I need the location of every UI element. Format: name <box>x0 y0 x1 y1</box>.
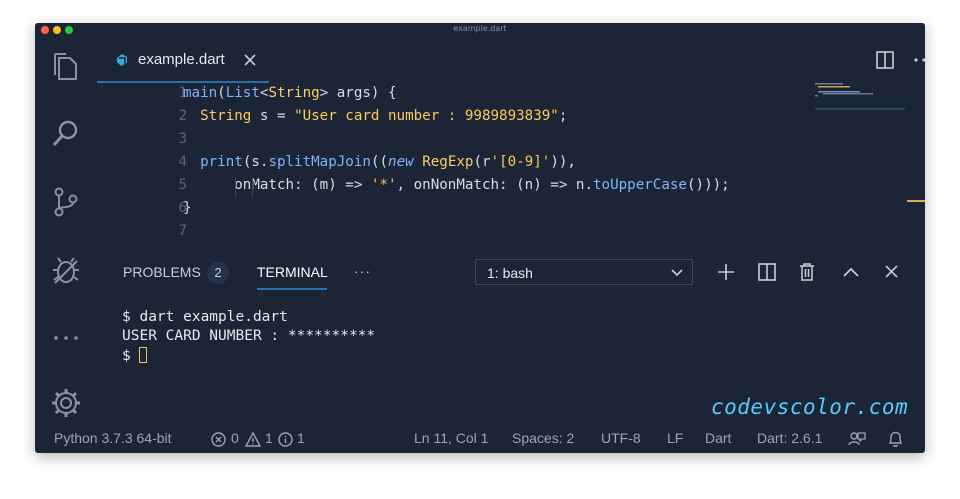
split-terminal-icon[interactable] <box>758 263 776 281</box>
panel-more-button[interactable]: ··· <box>354 263 371 279</box>
status-error-count[interactable]: 0 <box>231 430 239 446</box>
terminal-prompt-line: $ <box>122 347 148 364</box>
status-indentation[interactable]: Spaces: 2 <box>512 430 574 446</box>
tab-label: example.dart <box>138 51 225 68</box>
tab-terminal[interactable]: TERMINAL <box>257 264 328 280</box>
close-panel-icon[interactable] <box>885 265 898 278</box>
indent-guide <box>252 177 253 197</box>
code-line-5: onMatch: (m) => '*', onNonMatch: (n) => … <box>183 177 730 193</box>
vscode-window: example.dart example.dart 1 2 3 4 5 6 7 … <box>35 23 925 453</box>
error-icon <box>211 432 226 447</box>
close-tab-icon[interactable] <box>244 54 256 66</box>
status-language-mode[interactable]: Dart <box>705 430 731 446</box>
terminal-tab-underline <box>257 288 327 290</box>
terminal-shell-select[interactable]: 1: bash <box>475 259 693 285</box>
dart-file-icon <box>117 54 127 66</box>
explorer-icon[interactable] <box>49 50 83 84</box>
code-line-4: print(s.splitMapJoin((new RegExp(r'[0-9]… <box>200 154 576 170</box>
editor-more-actions-icon[interactable] <box>913 57 925 63</box>
trash-icon[interactable] <box>799 262 815 281</box>
panel-header: PROBLEMS 2 TERMINAL ··· 1: bash <box>97 259 925 299</box>
status-end-of-line[interactable]: LF <box>667 430 683 446</box>
watermark: codevscolor.com <box>711 395 909 419</box>
scrollbar-marker <box>907 200 925 202</box>
window-title: example.dart <box>453 24 507 33</box>
terminal-output[interactable]: $ dart example.dart USER CARD NUMBER : *… <box>97 309 925 393</box>
line-number: 3 <box>178 131 187 147</box>
code-line-1: main(List<String> args) { <box>183 85 397 101</box>
terminal-line: USER CARD NUMBER : ********** <box>122 328 376 344</box>
status-info-count[interactable]: 1 <box>297 430 305 446</box>
status-encoding[interactable]: UTF-8 <box>601 430 641 446</box>
settings-gear-icon[interactable] <box>49 386 83 420</box>
status-bar: Python 3.7.3 64-bit 0 1 1 Ln 11, Col 1 S… <box>35 423 925 453</box>
minimap[interactable] <box>815 83 907 123</box>
status-python-interpreter[interactable]: Python 3.7.3 64-bit <box>54 430 172 446</box>
code-editor[interactable]: 1 2 3 4 5 6 7 main(List<String> args) { … <box>97 83 925 263</box>
title-bar: example.dart <box>35 23 925 37</box>
source-control-icon[interactable] <box>49 185 83 219</box>
code-line-2: String s = "User card number : 998989383… <box>200 108 568 124</box>
indent-guide <box>235 177 236 197</box>
search-icon[interactable] <box>49 117 83 151</box>
editor-tab-bar: example.dart <box>97 37 925 83</box>
more-actions-icon[interactable] <box>49 321 83 355</box>
terminal-line: $ dart example.dart <box>122 309 288 325</box>
split-editor-icon[interactable] <box>876 51 894 69</box>
status-cursor-position[interactable]: Ln 11, Col 1 <box>414 430 488 446</box>
info-icon <box>278 432 293 447</box>
chevron-up-icon[interactable] <box>843 267 859 277</box>
notifications-bell-icon[interactable] <box>888 431 903 448</box>
activity-bar <box>35 37 97 423</box>
warning-icon <box>245 432 261 447</box>
shell-select-value: 1: bash <box>487 265 533 281</box>
tab-problems[interactable]: PROBLEMS <box>123 264 201 280</box>
new-terminal-plus-icon[interactable] <box>717 263 735 281</box>
code-line-6: } <box>183 200 192 216</box>
terminal-cursor <box>139 347 148 363</box>
status-dart-sdk[interactable]: Dart: 2.6.1 <box>757 430 822 446</box>
feedback-icon[interactable] <box>848 431 866 448</box>
status-warning-count[interactable]: 1 <box>265 430 273 446</box>
tab-example-dart[interactable]: example.dart <box>97 37 269 83</box>
chevron-down-icon <box>671 269 683 277</box>
terminal-prompt: $ <box>122 348 140 364</box>
line-number: 7 <box>178 223 187 239</box>
problems-count-badge: 2 <box>207 262 229 284</box>
debug-icon[interactable] <box>49 253 83 287</box>
